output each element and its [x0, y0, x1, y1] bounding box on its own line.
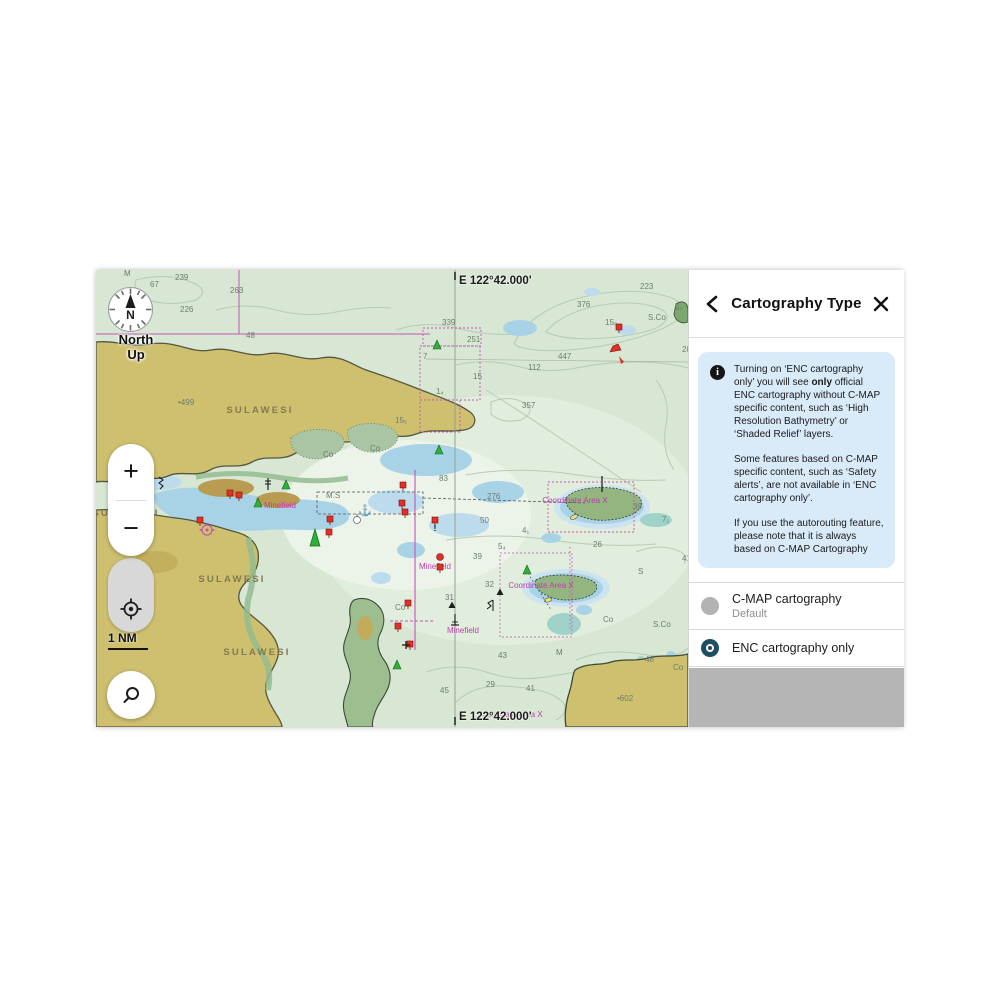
- info-icon: i: [710, 365, 725, 380]
- option-enc-cartography-only[interactable]: ENC cartography only: [689, 630, 904, 667]
- svg-text:•499: •499: [178, 398, 195, 407]
- back-button[interactable]: [701, 293, 723, 315]
- svg-text:5₇: 5₇: [675, 303, 682, 312]
- search-button[interactable]: [107, 671, 155, 719]
- content-strip: M6723926322648•4993392511121535744737622…: [96, 270, 903, 727]
- svg-text:112: 112: [528, 363, 541, 372]
- info-paragraph-1: Turning on ‘ENC cartography only’ you wi…: [734, 363, 885, 441]
- svg-text:Co: Co: [603, 615, 614, 624]
- radio-unselected-icon[interactable]: [701, 597, 719, 615]
- svg-text:45: 45: [440, 686, 449, 695]
- svg-text:Minefield: Minefield: [419, 562, 451, 571]
- map-scale-label: 1 NM: [108, 631, 148, 645]
- cartography-panel: Cartography Type i Turning on ‘ENC carto…: [688, 270, 904, 727]
- info-paragraph-3: If you use the autorouting feature, plea…: [734, 517, 885, 556]
- svg-text:376: 376: [577, 300, 591, 309]
- svg-text:4₁: 4₁: [522, 526, 529, 535]
- svg-text:39: 39: [633, 502, 642, 511]
- svg-text:S.Co: S.Co: [648, 313, 666, 322]
- north-up-label: North Up: [108, 332, 164, 362]
- svg-text:SULAWESI: SULAWESI: [226, 405, 293, 416]
- svg-text:Co: Co: [395, 603, 406, 612]
- svg-text:226: 226: [180, 305, 194, 314]
- svg-text:357: 357: [522, 401, 536, 410]
- svg-text:1₄: 1₄: [436, 387, 444, 396]
- map-scale: 1 NM: [108, 631, 148, 650]
- svg-text:E 122°42.000': E 122°42.000': [459, 275, 532, 287]
- svg-text:⚓: ⚓: [358, 504, 372, 517]
- svg-text:15₅: 15₅: [395, 416, 407, 425]
- svg-text:223: 223: [640, 282, 654, 291]
- compass-n-letter: N: [126, 308, 135, 322]
- svg-text:43: 43: [498, 651, 507, 660]
- map-scale-bar: [108, 648, 148, 650]
- nautical-chart-canvas[interactable]: M6723926322648•4993392511121535744737622…: [96, 270, 688, 727]
- panel-header: Cartography Type: [689, 270, 904, 338]
- svg-text:263: 263: [230, 286, 244, 295]
- close-button[interactable]: [870, 293, 892, 315]
- cartography-options: C-MAP cartography Default ENC cartograph…: [689, 582, 904, 667]
- svg-text:7: 7: [423, 352, 428, 361]
- zoom-pill: + −: [108, 444, 154, 556]
- compass-north-indicator[interactable]: N: [107, 286, 154, 333]
- option-label: ENC cartography only: [732, 641, 854, 655]
- info-box: i Turning on ‘ENC cartography only’ you …: [698, 352, 895, 568]
- search-icon: [120, 684, 142, 706]
- svg-text:447: 447: [558, 352, 572, 361]
- svg-text:7₁: 7₁: [662, 515, 669, 524]
- svg-text:32: 32: [485, 580, 494, 589]
- chevron-left-icon: [705, 295, 719, 313]
- svg-text:Coordinate Area X: Coordinate Area X: [542, 496, 608, 505]
- panel-title: Cartography Type: [723, 295, 870, 312]
- svg-text:339: 339: [442, 318, 456, 327]
- svg-text:!: !: [434, 524, 437, 533]
- svg-text:Co: Co: [323, 450, 334, 459]
- svg-text:S.Co: S.Co: [653, 620, 671, 629]
- zoom-in-button[interactable]: +: [108, 444, 154, 500]
- svg-text:SULAWESI: SULAWESI: [223, 647, 290, 658]
- svg-text:26: 26: [593, 540, 602, 549]
- svg-text:276: 276: [487, 492, 501, 501]
- svg-text:S: S: [638, 567, 643, 576]
- close-icon: [873, 296, 889, 312]
- svg-text:41: 41: [526, 684, 535, 693]
- app-window: M6723926322648•4993392511121535744737622…: [0, 0, 1000, 1000]
- svg-text:29: 29: [486, 680, 495, 689]
- svg-text:50: 50: [480, 516, 489, 525]
- svg-text:15: 15: [473, 372, 482, 381]
- info-text: Turning on ‘ENC cartography only’ you wi…: [734, 363, 885, 556]
- svg-text:239: 239: [175, 273, 189, 282]
- info-paragraph-2: Some features based on C-MAP specific co…: [734, 453, 885, 505]
- option-label: C-MAP cartography: [732, 592, 842, 606]
- panel-footer-gray-area: [689, 668, 904, 727]
- svg-text:83: 83: [439, 474, 448, 483]
- svg-text:Coordinate Area X: Coordinate Area X: [508, 581, 574, 590]
- svg-text:M.S: M.S: [326, 491, 340, 500]
- svg-text:15₈: 15₈: [605, 318, 617, 327]
- svg-text:5₄: 5₄: [498, 542, 506, 551]
- svg-text:Minefield: Minefield: [264, 501, 296, 510]
- svg-text:Co: Co: [370, 444, 381, 453]
- locate-icon: [119, 597, 143, 621]
- svg-text:39: 39: [473, 552, 482, 561]
- chart-map[interactable]: M6723926322648•4993392511121535744737622…: [96, 270, 688, 727]
- svg-text:Minefield: Minefield: [447, 626, 479, 635]
- svg-text:48: 48: [645, 655, 654, 664]
- option-cmap-cartography[interactable]: C-MAP cartography Default: [689, 583, 904, 630]
- svg-text:48: 48: [246, 331, 255, 340]
- svg-text:M: M: [124, 270, 131, 278]
- svg-text:Co: Co: [673, 663, 684, 672]
- svg-text:251: 251: [467, 335, 481, 344]
- radio-selected-icon[interactable]: [701, 639, 719, 657]
- locate-button[interactable]: [108, 586, 154, 632]
- svg-text:SULAWESI: SULAWESI: [198, 574, 265, 585]
- svg-text:31: 31: [445, 593, 454, 602]
- svg-text:E 122°42.000': E 122°42.000': [459, 711, 532, 723]
- zoom-out-button[interactable]: −: [108, 501, 154, 557]
- compass-icon: N: [107, 286, 154, 333]
- locate-pill: [108, 558, 154, 632]
- svg-text:•602: •602: [617, 694, 634, 703]
- option-sublabel: Default: [732, 608, 842, 620]
- svg-text:M: M: [556, 648, 563, 657]
